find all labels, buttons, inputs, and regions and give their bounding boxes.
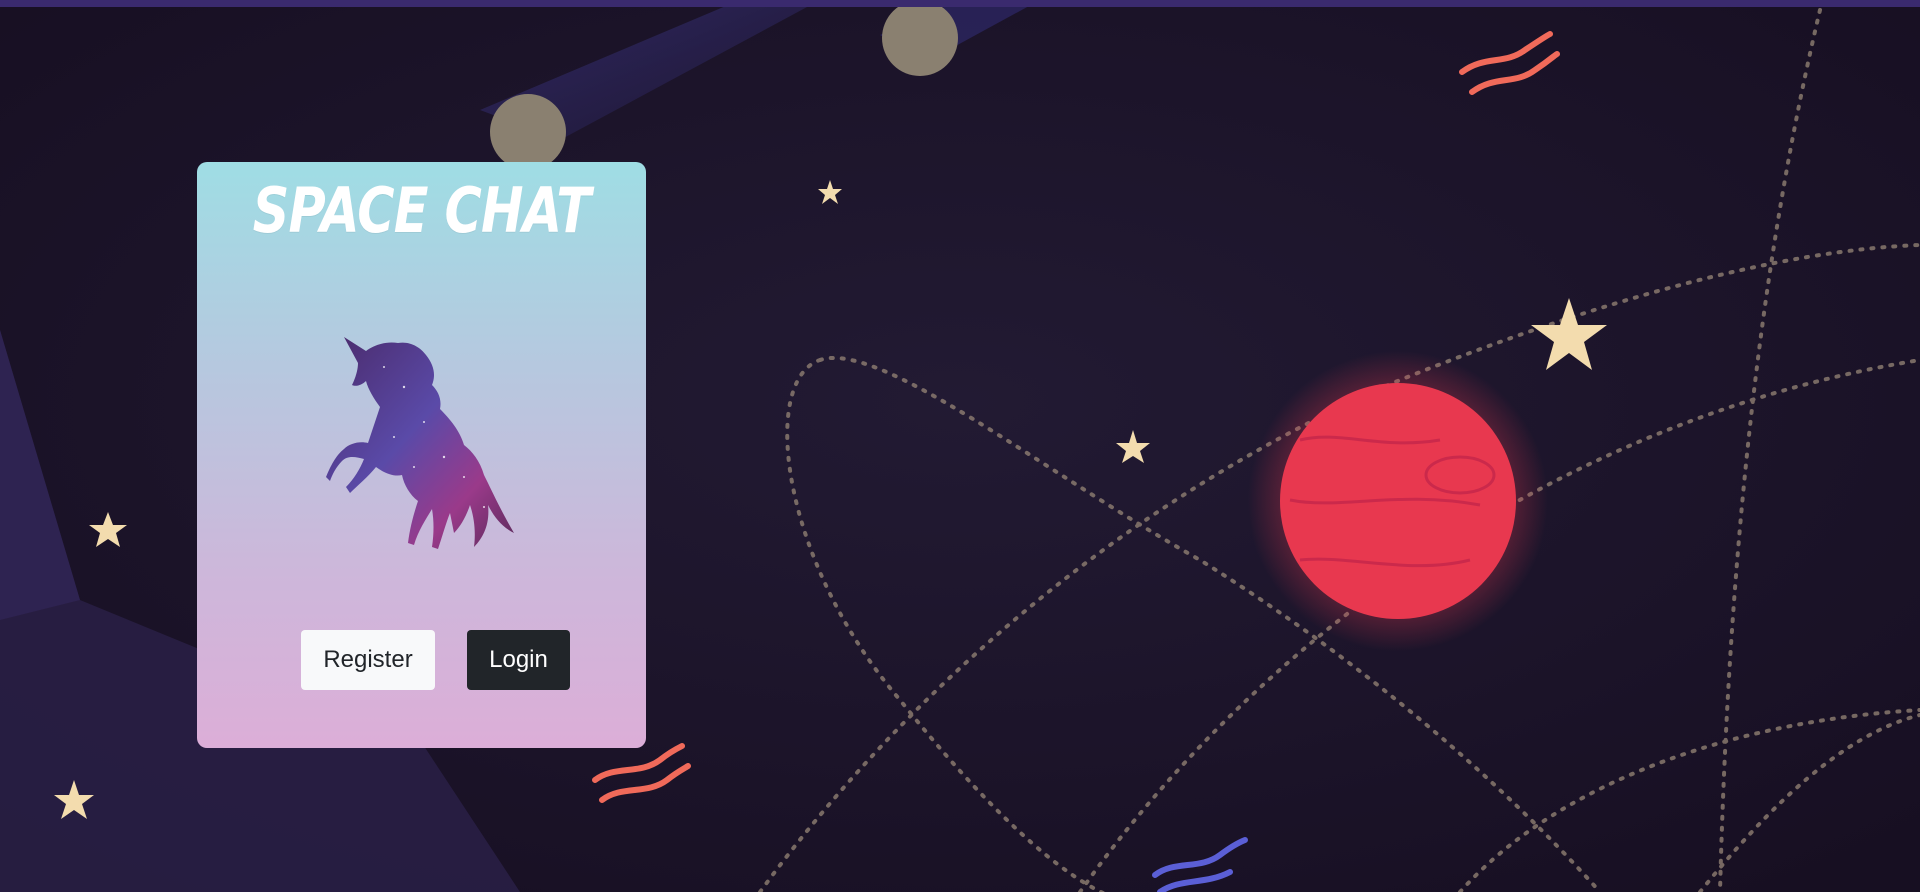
login-card: SPACE CHAT Register Login [197,162,646,748]
moon-shape [490,94,566,170]
login-button[interactable]: Login [467,630,570,690]
app-title: SPACE CHAT [252,174,591,247]
register-button[interactable]: Register [301,630,435,690]
top-bar [0,0,1920,7]
unicorn-icon [326,337,514,549]
moon-shape [882,0,958,76]
